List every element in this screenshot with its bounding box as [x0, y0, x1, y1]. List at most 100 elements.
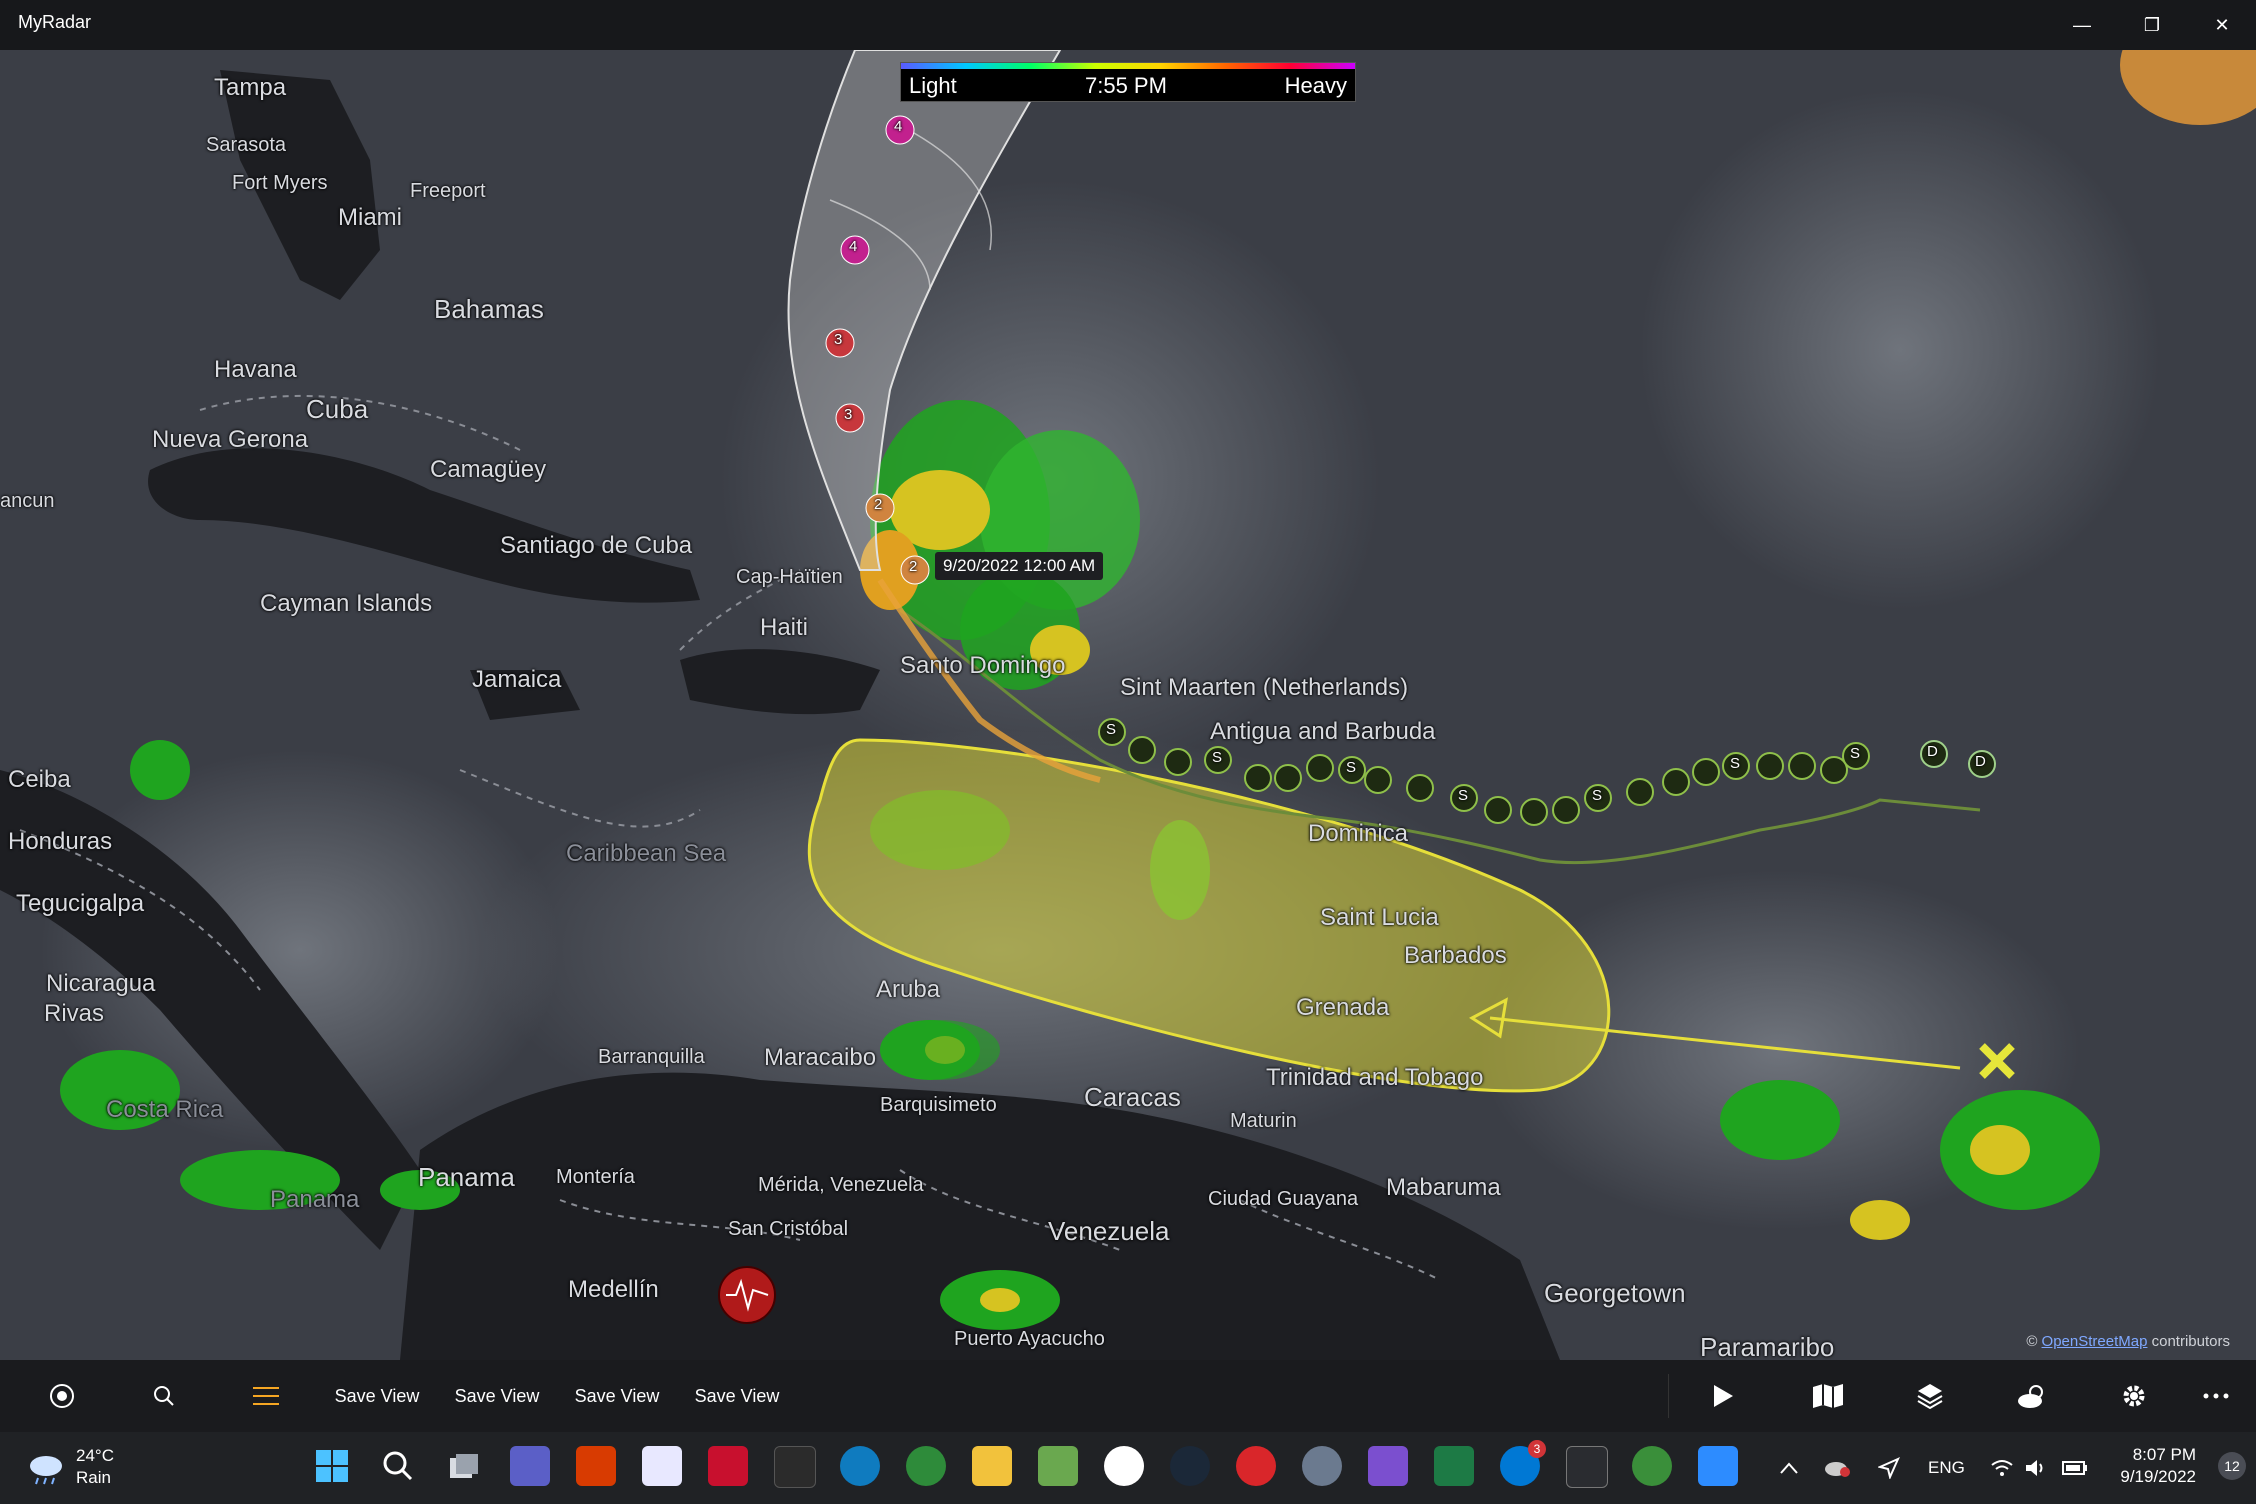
close-button[interactable]: ✕ — [2188, 0, 2256, 50]
track-marker-d: D — [1975, 753, 1986, 770]
terminal-icon[interactable] — [774, 1446, 816, 1488]
place-label: Paramaribo — [1700, 1332, 1835, 1360]
record-button[interactable] — [30, 1360, 94, 1432]
weather-desc: Rain — [76, 1468, 111, 1487]
place-label: Georgetown — [1544, 1278, 1686, 1308]
save-view-button[interactable]: Save View — [680, 1360, 794, 1432]
track-marker-s: S — [1850, 745, 1861, 762]
task-view-button[interactable] — [444, 1446, 484, 1486]
layers-button[interactable] — [1898, 1360, 1962, 1432]
teams-chat-icon[interactable] — [510, 1446, 550, 1486]
tray-wifi[interactable] — [1990, 1432, 2014, 1504]
taskbar-search-button[interactable] — [378, 1446, 418, 1486]
tray-volume[interactable] — [2024, 1432, 2048, 1504]
place-label: ancun — [0, 490, 55, 512]
app-icon[interactable] — [708, 1446, 748, 1486]
windows-logo-icon — [316, 1450, 348, 1482]
restore-button[interactable]: ❐ — [2118, 0, 2186, 50]
place-label: Nicaragua — [46, 970, 156, 997]
legend-heavy-label: Heavy — [1284, 73, 1347, 98]
layers-icon — [1917, 1384, 1943, 1410]
tray-battery[interactable] — [2062, 1432, 2088, 1504]
radar-map[interactable]: Light 7:55 PM Heavy 9/20/2022 12:00 AM 4… — [0, 50, 2256, 1360]
weather-layers-button[interactable] — [2000, 1360, 2064, 1432]
gear-icon — [2123, 1385, 2145, 1407]
place-label: Maracaibo — [764, 1044, 877, 1071]
zoom-icon[interactable] — [1698, 1446, 1738, 1486]
place-label: Barranquilla — [598, 1046, 705, 1068]
file-explorer-icon[interactable] — [972, 1446, 1012, 1486]
snipping-tool-icon[interactable] — [642, 1446, 682, 1486]
play-button[interactable] — [1690, 1360, 1754, 1432]
cloud-error-icon — [1825, 1462, 1850, 1477]
map-style-button[interactable] — [1796, 1360, 1860, 1432]
place-label: San Cristóbal — [728, 1218, 849, 1240]
precip-legend: Light 7:55 PM Heavy — [900, 62, 1356, 102]
place-label: Montería — [556, 1166, 635, 1188]
tray-location[interactable] — [1878, 1432, 1900, 1504]
more-button[interactable] — [2184, 1360, 2248, 1432]
search-button[interactable] — [132, 1360, 196, 1432]
tray-overflow-button[interactable] — [1780, 1432, 1798, 1504]
save-view-button[interactable]: Save View — [440, 1360, 554, 1432]
copyright-symbol: © — [2026, 1333, 2038, 1350]
tray-onedrive[interactable] — [1824, 1432, 1850, 1504]
app-icon[interactable] — [1236, 1446, 1276, 1486]
settings-button[interactable] — [2102, 1360, 2166, 1432]
track-marker-s: S — [1458, 787, 1469, 804]
menu-button[interactable] — [234, 1360, 298, 1432]
map-icon — [1813, 1384, 1843, 1408]
place-label: Venezuela — [1048, 1216, 1170, 1246]
system-clock[interactable]: 8:07 PM 9/19/2022 — [2120, 1444, 2196, 1488]
excel-icon[interactable] — [1434, 1446, 1474, 1486]
place-label: Panama — [418, 1162, 515, 1192]
place-label: Trinidad and Tobago — [1266, 1064, 1484, 1091]
save-view-button[interactable]: Save View — [320, 1360, 434, 1432]
office-icon[interactable] — [576, 1446, 616, 1486]
edge-icon[interactable] — [840, 1446, 880, 1486]
notification-center-badge[interactable]: 12 — [2218, 1452, 2246, 1480]
cloud-sun-icon — [2018, 1385, 2043, 1408]
place-label: Jamaica — [472, 666, 562, 693]
place-label: Mérida, Venezuela — [758, 1174, 924, 1196]
app-icon[interactable] — [1632, 1446, 1672, 1486]
place-label: Cuba — [306, 394, 369, 424]
skype-icon[interactable]: 3 — [1500, 1440, 1546, 1486]
app-icon[interactable] — [1038, 1446, 1078, 1486]
appbar-divider — [1668, 1374, 1669, 1418]
steam-icon[interactable] — [1170, 1446, 1210, 1486]
language-indicator[interactable]: ENG — [1928, 1432, 1965, 1504]
app-icon[interactable] — [1104, 1446, 1144, 1486]
clock-time: 8:07 PM — [2132, 1445, 2196, 1464]
legend-gradient — [901, 63, 1355, 69]
place-label: Sint Maarten (Netherlands) — [1120, 674, 1409, 701]
place-label: Barquisimeto — [880, 1094, 997, 1116]
place-label: Honduras — [8, 828, 113, 855]
save-view-button[interactable]: Save View — [560, 1360, 674, 1432]
start-button[interactable] — [312, 1446, 352, 1486]
settings-app-icon[interactable] — [1302, 1446, 1342, 1486]
title-bar: MyRadar — ❐ ✕ — [0, 0, 2256, 50]
track-marker-s: S — [1106, 721, 1117, 738]
visual-studio-icon[interactable] — [1368, 1446, 1408, 1486]
search-icon — [383, 1451, 413, 1481]
cloud-mass — [1640, 90, 2160, 610]
weather-widget[interactable]: 24°C Rain — [26, 1446, 146, 1490]
place-label: Aruba — [876, 976, 941, 1003]
openstreetmap-link[interactable]: OpenStreetMap — [2042, 1333, 2148, 1350]
location-arrow-icon — [1878, 1457, 1900, 1479]
map-canvas — [0, 50, 2256, 1360]
chevron-up-icon — [1780, 1462, 1798, 1474]
app-icon[interactable] — [906, 1446, 946, 1486]
place-label: Puerto Ayacucho — [954, 1328, 1105, 1350]
place-label: Freeport — [410, 180, 486, 202]
place-label: Tegucigalpa — [16, 890, 145, 917]
minimize-button[interactable]: — — [2048, 0, 2116, 50]
place-label: Saint Lucia — [1320, 904, 1439, 931]
place-label: Sarasota — [206, 134, 287, 156]
cone-marker-label: 3 — [834, 331, 843, 348]
place-label: Santiago de Cuba — [500, 532, 693, 559]
place-label: Dominica — [1308, 820, 1409, 847]
myradar-taskbar-icon[interactable] — [1566, 1446, 1608, 1488]
battery-icon — [2062, 1461, 2087, 1475]
